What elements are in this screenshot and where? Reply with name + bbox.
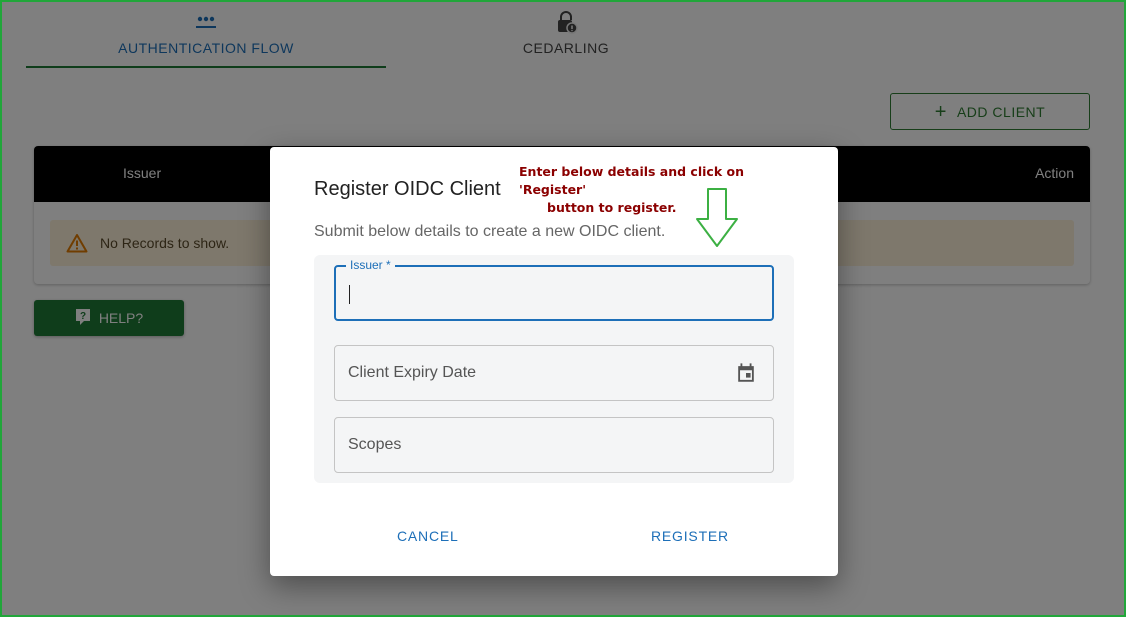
issuer-input[interactable] xyxy=(348,283,752,307)
annotation-line: Enter below details and click on 'Regist… xyxy=(519,164,744,197)
text-cursor xyxy=(349,285,350,304)
dialog-subtitle: Submit below details to create a new OID… xyxy=(314,223,666,240)
annotation-note: Enter below details and click on 'Regist… xyxy=(519,163,809,217)
scopes-field[interactable]: Scopes xyxy=(334,417,774,473)
arrow-down-icon xyxy=(695,187,739,254)
form-panel: Issuer * Client Expiry Date Scopes xyxy=(314,255,794,483)
calendar-icon[interactable] xyxy=(735,362,757,389)
dialog-title: Register OIDC Client xyxy=(314,178,501,200)
annotation-line: button to register. xyxy=(547,200,677,215)
issuer-field[interactable]: Issuer * xyxy=(334,258,774,321)
scopes-placeholder: Scopes xyxy=(348,436,402,453)
issuer-label: Issuer * xyxy=(346,258,395,272)
client-expiry-date-field[interactable]: Client Expiry Date xyxy=(334,345,774,401)
register-button[interactable]: REGISTER xyxy=(651,528,729,544)
client-expiry-date-placeholder: Client Expiry Date xyxy=(348,364,477,381)
register-oidc-client-dialog: Register OIDC Client Enter below details… xyxy=(270,147,838,576)
cancel-button[interactable]: CANCEL xyxy=(397,528,459,544)
